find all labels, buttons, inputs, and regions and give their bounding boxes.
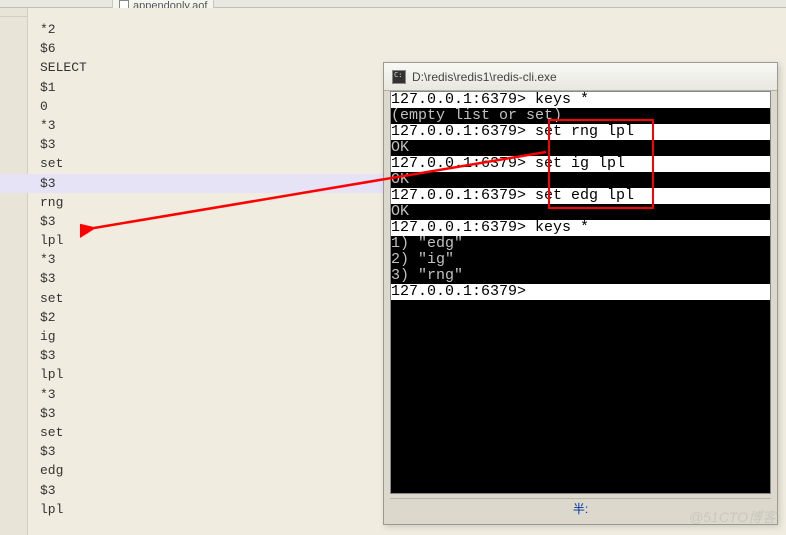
console-line: 127.0.0.1:6379>	[391, 284, 770, 300]
console-line: 127.0.0.1:6379> keys *	[391, 92, 770, 108]
watermark: @51CTO博客	[689, 507, 776, 527]
console-line: 127.0.0.1:6379> set edg lpl	[391, 188, 770, 204]
console-line: 3) "rng"	[391, 268, 770, 284]
console-line: 127.0.0.1:6379> keys *	[391, 220, 770, 236]
console-line: OK	[391, 140, 770, 156]
cmd-icon	[392, 70, 406, 84]
editor-line[interactable]: $6	[40, 39, 746, 58]
console-line: (empty list or set)	[391, 108, 770, 124]
editor-gutter	[0, 8, 28, 535]
console-line: OK	[391, 204, 770, 220]
console-title: D:\redis\redis1\redis-cli.exe	[412, 70, 557, 84]
console-line: OK	[391, 172, 770, 188]
console-line: 127.0.0.1:6379> set rng lpl	[391, 124, 770, 140]
console-window[interactable]: D:\redis\redis1\redis-cli.exe 127.0.0.1:…	[383, 62, 778, 525]
editor-line[interactable]: *2	[40, 20, 746, 39]
console-line: 127.0.0.1:6379> set ig lpl	[391, 156, 770, 172]
status-text: 半:	[573, 500, 588, 517]
console-titlebar[interactable]: D:\redis\redis1\redis-cli.exe	[384, 63, 777, 91]
console-line: 2) "ig"	[391, 252, 770, 268]
console-output[interactable]: 127.0.0.1:6379> keys *(empty list or set…	[390, 91, 771, 494]
console-line: 1) "edg"	[391, 236, 770, 252]
